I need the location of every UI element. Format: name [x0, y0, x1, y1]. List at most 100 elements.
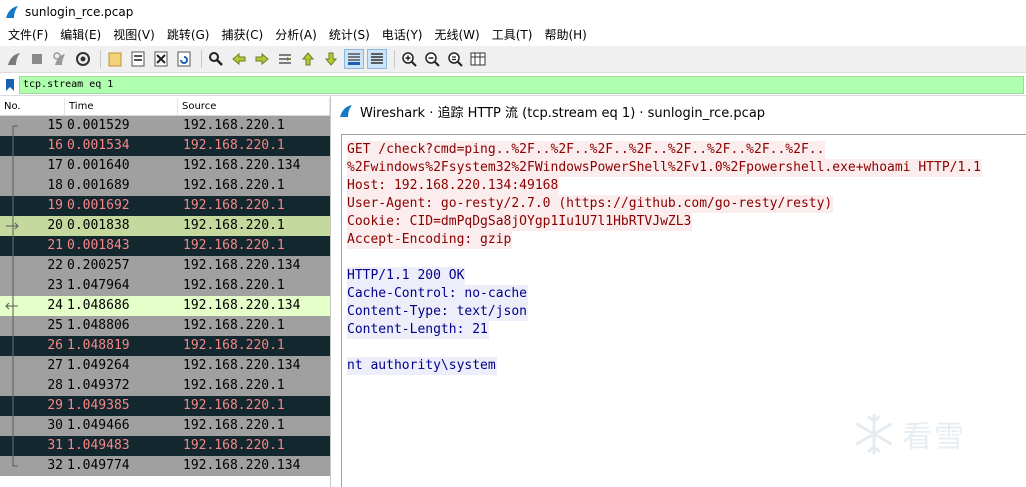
column-header-time[interactable]: Time — [65, 98, 178, 115]
packet-time: 1.049372 — [67, 378, 130, 393]
stop-capture-button[interactable] — [27, 49, 47, 69]
packet-rows: 15 0.001529 192.168.220.1 16 0.001534 192.168… — [0, 116, 330, 476]
zoom-out-button[interactable] — [422, 49, 442, 69]
related-packet-marker-icon — [5, 296, 18, 316]
table-row[interactable]: 17 0.001640 192.168.220.134 — [0, 156, 330, 176]
kanxue-watermark: 看雪 — [852, 405, 1012, 463]
packet-time: 1.049385 — [67, 398, 130, 413]
go-back-button[interactable] — [229, 49, 249, 69]
close-file-icon — [154, 51, 168, 67]
table-row[interactable]: 27 1.049264 192.168.220.134 — [0, 356, 330, 376]
menu-item-2[interactable]: 视图(V) — [109, 24, 163, 46]
menu-item-3[interactable]: 跳转(G) — [163, 24, 218, 46]
menu-item-9[interactable]: 工具(T) — [488, 24, 541, 46]
response-line: Cache-Control: no-cache — [347, 285, 529, 303]
packet-source: 192.168.220.1 — [183, 138, 285, 153]
menu-item-6[interactable]: 统计(S) — [325, 24, 378, 46]
find-packet-button[interactable] — [206, 49, 226, 69]
table-row[interactable]: 25 1.048806 192.168.220.1 — [0, 316, 330, 336]
table-row[interactable]: 24 1.048686 192.168.220.134 — [0, 296, 330, 316]
response-line: HTTP/1.1 200 OK — [347, 267, 466, 285]
save-file-button[interactable] — [128, 49, 148, 69]
packet-source: 192.168.220.1 — [183, 198, 285, 213]
packet-time: 0.001838 — [67, 218, 130, 233]
response-body-line-row: nt authority\system — [347, 357, 1026, 375]
table-row[interactable]: 23 1.047964 192.168.220.1 — [0, 276, 330, 296]
arrow-down-icon — [324, 52, 338, 66]
go-forward-button[interactable] — [252, 49, 272, 69]
related-packet-marker-icon — [12, 396, 14, 416]
table-row[interactable]: 29 1.049385 192.168.220.1 — [0, 396, 330, 416]
table-row[interactable]: 26 1.048819 192.168.220.1 — [0, 336, 330, 356]
related-packet-marker-icon — [12, 176, 14, 196]
go-last-packet-button[interactable] — [321, 49, 341, 69]
request-line-row: Accept-Encoding: gzip — [347, 231, 1026, 249]
start-capture-button[interactable] — [4, 49, 24, 69]
menu-item-4[interactable]: 捕获(C) — [217, 24, 271, 46]
packet-source: 192.168.220.1 — [183, 398, 285, 413]
response-body-line: nt authority\system — [347, 357, 497, 375]
table-row[interactable]: 30 1.049466 192.168.220.1 — [0, 416, 330, 436]
shark-fin-icon — [8, 53, 20, 65]
menu-item-7[interactable]: 电话(Y) — [378, 24, 431, 46]
dialog-title-bar: Wireshark · 追踪 HTTP 流 (tcp.stream eq 1) … — [331, 96, 1026, 126]
packet-source: 192.168.220.1 — [183, 318, 285, 333]
table-row[interactable]: 21 0.001843 192.168.220.1 — [0, 236, 330, 256]
table-row[interactable]: 31 1.049483 192.168.220.1 — [0, 436, 330, 456]
response-line-row: HTTP/1.1 200 OK — [347, 267, 1026, 285]
restart-capture-button[interactable] — [50, 49, 70, 69]
related-packet-marker-icon — [12, 376, 14, 396]
packet-time: 1.049264 — [67, 358, 130, 373]
menu-item-10[interactable]: 帮助(H) — [540, 24, 594, 46]
related-packet-marker-icon — [12, 356, 14, 376]
packet-source: 192.168.220.1 — [183, 118, 285, 133]
column-header-source[interactable]: Source — [178, 98, 330, 115]
colorize-button[interactable] — [367, 49, 387, 69]
zoom-reset-button[interactable] — [445, 49, 465, 69]
packet-source: 192.168.220.134 — [183, 158, 301, 173]
packet-source: 192.168.220.1 — [183, 418, 285, 433]
menu-item-8[interactable]: 无线(W) — [431, 24, 488, 46]
zoom-in-icon — [402, 52, 417, 67]
arrow-up-icon — [301, 52, 315, 66]
menu-item-5[interactable]: 分析(A) — [271, 24, 325, 46]
table-row[interactable]: 32 1.049774 192.168.220.134 — [0, 456, 330, 476]
response-line-row: Content-Type: text/json — [347, 303, 1026, 321]
menu-item-0[interactable]: 文件(F) — [4, 24, 56, 46]
capture-options-button[interactable] — [73, 49, 93, 69]
zoom-in-button[interactable] — [399, 49, 419, 69]
go-first-packet-button[interactable] — [298, 49, 318, 69]
table-row[interactable]: 15 0.001529 192.168.220.1 — [0, 116, 330, 136]
resize-columns-button[interactable] — [468, 49, 488, 69]
related-packet-marker-icon — [12, 276, 14, 296]
packet-source: 192.168.220.1 — [183, 238, 285, 253]
auto-scroll-button[interactable] — [344, 49, 364, 69]
zoom-out-icon — [425, 52, 440, 67]
table-row[interactable]: 18 0.001689 192.168.220.1 — [0, 176, 330, 196]
table-row[interactable]: 20 0.001838 192.168.220.1 — [0, 216, 330, 236]
packet-time: 0.001640 — [67, 158, 130, 173]
packet-source: 192.168.220.134 — [183, 258, 301, 273]
open-file-button[interactable] — [105, 49, 125, 69]
column-header-no[interactable]: No. — [0, 98, 65, 115]
wireshark-fin-icon — [6, 6, 18, 18]
menu-item-1[interactable]: 编辑(E) — [56, 24, 109, 46]
related-packet-marker-icon — [12, 316, 14, 336]
filter-bookmark-button[interactable] — [3, 77, 17, 93]
response-line: Content-Type: text/json — [347, 303, 529, 321]
request-line: User-Agent: go-resty/2.7.0 (https://gith… — [347, 195, 834, 213]
table-row[interactable]: 22 0.200257 192.168.220.134 — [0, 256, 330, 276]
toolbar-separator — [100, 50, 101, 68]
reload-file-button[interactable] — [174, 49, 194, 69]
go-to-packet-button[interactable] — [275, 49, 295, 69]
packet-time: 1.049774 — [67, 458, 130, 473]
title-bar: sunlogin_rce.pcap — [0, 0, 1026, 24]
response-line-row: Content-Length: 21 — [347, 321, 1026, 339]
related-packet-marker-icon — [12, 125, 18, 136]
table-row[interactable]: 16 0.001534 192.168.220.1 — [0, 136, 330, 156]
close-file-button[interactable] — [151, 49, 171, 69]
table-row[interactable]: 28 1.049372 192.168.220.1 — [0, 376, 330, 396]
display-filter-input[interactable]: tcp.stream eq 1 — [19, 75, 1024, 94]
table-row[interactable]: 19 0.001692 192.168.220.1 — [0, 196, 330, 216]
